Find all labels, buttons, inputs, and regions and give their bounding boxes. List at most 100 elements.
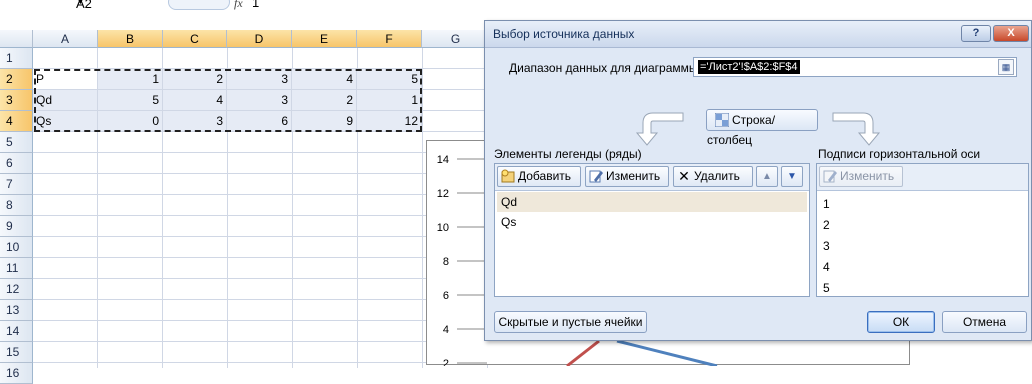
edit-series-button[interactable]: Изменить — [585, 166, 669, 187]
row-header-14[interactable]: 14 — [0, 321, 33, 342]
edit-series-label: Изменить — [606, 169, 661, 183]
curved-arrow-left-icon — [635, 112, 684, 146]
help-button[interactable]: ? — [961, 25, 991, 42]
curved-arrow-right-icon — [832, 112, 881, 146]
switch-row-column-icon — [714, 112, 730, 128]
row-header-15[interactable]: 15 — [0, 342, 33, 363]
row-header-9[interactable]: 9 — [0, 216, 33, 237]
chart-series-qd[interactable] — [566, 339, 600, 368]
close-button[interactable]: X — [993, 25, 1029, 42]
axis-item-2[interactable]: 2 — [819, 215, 1026, 235]
row-header-1[interactable]: 1 — [0, 48, 33, 69]
chart-range-label: Диапазон данных для диаграммы: — [509, 61, 701, 75]
add-series-label: Добавить — [518, 169, 572, 183]
y-tick-label: 4 — [443, 324, 449, 336]
cell-f2[interactable]: 5 — [357, 69, 422, 90]
row-header-3[interactable]: 3 — [0, 90, 33, 111]
legend-toolbar: Добавить Изменить ✕ Удалить ▲ ▼ — [495, 164, 809, 191]
column-header-b[interactable]: B — [98, 30, 163, 48]
collapse-dialog-icon[interactable]: ▦ — [998, 59, 1014, 75]
dialog-title-bar[interactable]: Выбор источника данных ? X — [485, 21, 1031, 48]
legend-item-qs[interactable]: Qs — [497, 212, 807, 232]
cell-e4[interactable]: 9 — [292, 111, 357, 132]
formula-bar-resize-handle[interactable] — [168, 0, 230, 10]
delete-series-button[interactable]: ✕ Удалить — [673, 166, 753, 187]
y-tick-label: 14 — [437, 154, 449, 166]
cancel-button[interactable]: Отмена — [942, 311, 1027, 333]
legend-entries-label: Элементы легенды (ряды) — [494, 147, 642, 161]
cell-b2[interactable]: 1 — [98, 69, 163, 90]
cell-a3[interactable]: Qd — [33, 90, 98, 111]
row-header-13[interactable]: 13 — [0, 300, 33, 321]
y-tick-label: 12 — [437, 188, 449, 200]
worksheet-grid: A B C D E F G 1 2 3 4 5 6 7 8 9 10 11 12… — [0, 30, 490, 384]
row-header-4[interactable]: 4 — [0, 111, 33, 132]
edit-axis-labels-button[interactable]: Изменить — [819, 166, 903, 187]
add-icon — [501, 169, 515, 183]
cell-e3[interactable]: 2 — [292, 90, 357, 111]
row-header-6[interactable]: 6 — [0, 153, 33, 174]
cell-d4[interactable]: 6 — [227, 111, 292, 132]
cell-b4[interactable]: 0 — [98, 111, 163, 132]
column-header-e[interactable]: E — [292, 30, 357, 48]
row-header-2[interactable]: 2 — [0, 69, 33, 90]
y-tick-label: 6 — [443, 290, 449, 302]
move-up-icon[interactable]: ▲ — [756, 166, 778, 187]
column-header-g[interactable]: G — [422, 30, 490, 48]
row-header-8[interactable]: 8 — [0, 195, 33, 216]
cell-c4[interactable]: 3 — [163, 111, 227, 132]
chart-y-axis: 1412108642 — [437, 154, 487, 370]
switch-row-column-button[interactable]: Строка/столбец — [706, 109, 818, 147]
cell-a2[interactable]: P — [33, 69, 98, 90]
cell-d3[interactable]: 3 — [227, 90, 292, 111]
legend-entries-panel: Добавить Изменить ✕ Удалить ▲ ▼ Qd Qs — [494, 163, 810, 297]
y-tick-label: 8 — [443, 256, 449, 268]
hidden-empty-cells-button[interactable]: Скрытые и пустые ячейки — [494, 311, 647, 333]
name-box[interactable]: A2 ▼ — [40, 0, 168, 11]
ok-button[interactable]: ОК — [867, 311, 935, 333]
select-all-corner[interactable] — [0, 30, 33, 48]
add-series-button[interactable]: Добавить — [497, 166, 581, 187]
axis-toolbar: Изменить — [817, 164, 1028, 191]
select-data-source-dialog: Выбор источника данных ? X Диапазон данн… — [484, 20, 1032, 341]
cell-d2[interactable]: 3 — [227, 69, 292, 90]
axis-item-4[interactable]: 4 — [819, 257, 1026, 277]
axis-labels-panel: Изменить 1 2 3 4 5 — [816, 163, 1029, 297]
cell-f3[interactable]: 1 — [357, 90, 422, 111]
column-header-c[interactable]: C — [163, 30, 227, 48]
delete-series-label: Удалить — [694, 169, 740, 183]
column-header-f[interactable]: F — [357, 30, 422, 48]
column-header-d[interactable]: D — [227, 30, 292, 48]
row-header-7[interactable]: 7 — [0, 174, 33, 195]
formula-area: fx 1 — [168, 0, 468, 10]
axis-item-1[interactable]: 1 — [819, 194, 1026, 214]
cell-b3[interactable]: 5 — [98, 90, 163, 111]
chart-range-input[interactable]: ='Лист2'!$A$2:$F$4 ▦ — [693, 57, 1017, 77]
chart-series-qs[interactable] — [616, 339, 718, 368]
cell-c2[interactable]: 2 — [163, 69, 227, 90]
row-header-16[interactable]: 16 — [0, 363, 33, 384]
formula-value[interactable]: 1 — [252, 0, 259, 10]
y-tick-label: 10 — [437, 222, 449, 234]
axis-item-5[interactable]: 5 — [819, 278, 1026, 298]
axis-item-3[interactable]: 3 — [819, 236, 1026, 256]
edit-icon — [589, 169, 603, 183]
edit-axis-labels-label: Изменить — [840, 169, 895, 183]
fx-icon[interactable]: fx — [234, 0, 243, 11]
row-header-12[interactable]: 12 — [0, 279, 33, 300]
cell-e2[interactable]: 4 — [292, 69, 357, 90]
column-header-a[interactable]: A — [33, 30, 98, 48]
cell-a4[interactable]: Qs — [33, 111, 98, 132]
chart-range-value: ='Лист2'!$A$2:$F$4 — [698, 60, 800, 74]
row-header-11[interactable]: 11 — [0, 258, 33, 279]
cell-f4[interactable]: 12 — [357, 111, 422, 132]
row-header-10[interactable]: 10 — [0, 237, 33, 258]
move-down-icon[interactable]: ▼ — [781, 166, 803, 187]
dialog-title: Выбор источника данных — [493, 27, 635, 41]
legend-item-qd[interactable]: Qd — [497, 192, 807, 212]
edit-icon — [823, 169, 837, 183]
delete-icon: ✕ — [678, 167, 690, 184]
row-header-5[interactable]: 5 — [0, 132, 33, 153]
cell-c3[interactable]: 4 — [163, 90, 227, 111]
name-box-dropdown-icon[interactable]: ▼ — [76, 0, 85, 6]
